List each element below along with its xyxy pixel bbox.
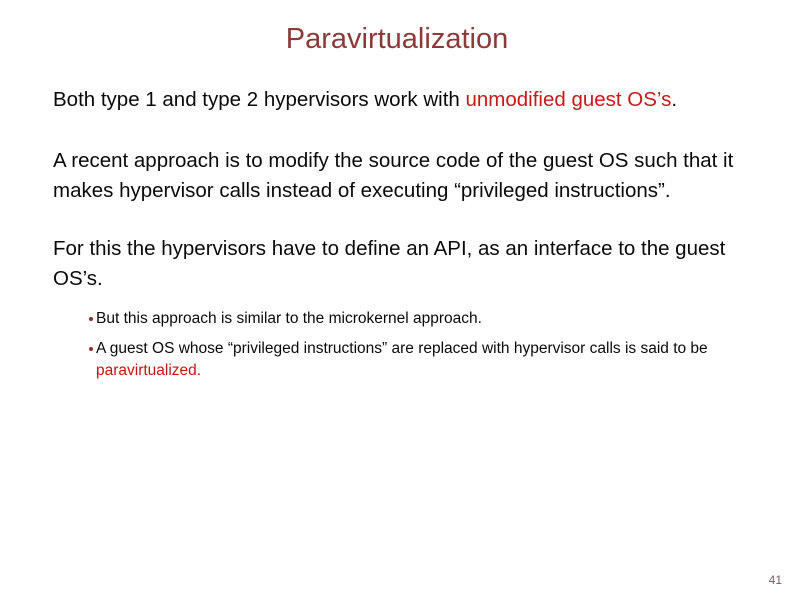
paragraph-3-segment-1: For this the hypervisors have to define … [53,237,726,290]
bullet-2-highlight: paravirtualized. [96,362,202,379]
bullet-2-segment-1: A guest OS whose “privileged instruction… [96,339,708,357]
page-number: 41 [768,573,782,587]
paragraph-1-segment-3: . [671,88,678,111]
paragraph-2: A recent approach is to modify the sourc… [53,146,779,206]
slide-body: Both type 1 and type 2 hypervisors work … [53,85,779,383]
paragraph-1-segment-1: Both type 1 and type 2 hypervisors work … [53,88,466,111]
page-title: Paravirtualization [285,23,509,55]
list-item-text: But this approach is similar to the micr… [96,308,779,331]
bullet-dot-icon [89,317,93,321]
list-item: But this approach is similar to the micr… [89,308,779,331]
paragraph-1: Both type 1 and type 2 hypervisors work … [53,85,779,115]
sub-bullet-list: But this approach is similar to the micr… [89,308,779,383]
paragraph-2-segment-1: A recent approach is to modify the sourc… [53,149,734,202]
slide-canvas: Paravirtualization Both type 1 and type … [0,0,794,595]
paragraph-1-highlight: unmodified guest OS’s [465,88,672,111]
bullet-1-segment-1: But this approach is similar to the micr… [96,310,482,327]
bullet-dot-icon [89,346,93,351]
paragraph-3: For this the hypervisors have to define … [53,234,779,294]
list-item-text: A guest OS whose “privileged instruction… [96,338,779,383]
list-item: A guest OS whose “privileged instruction… [89,338,779,383]
